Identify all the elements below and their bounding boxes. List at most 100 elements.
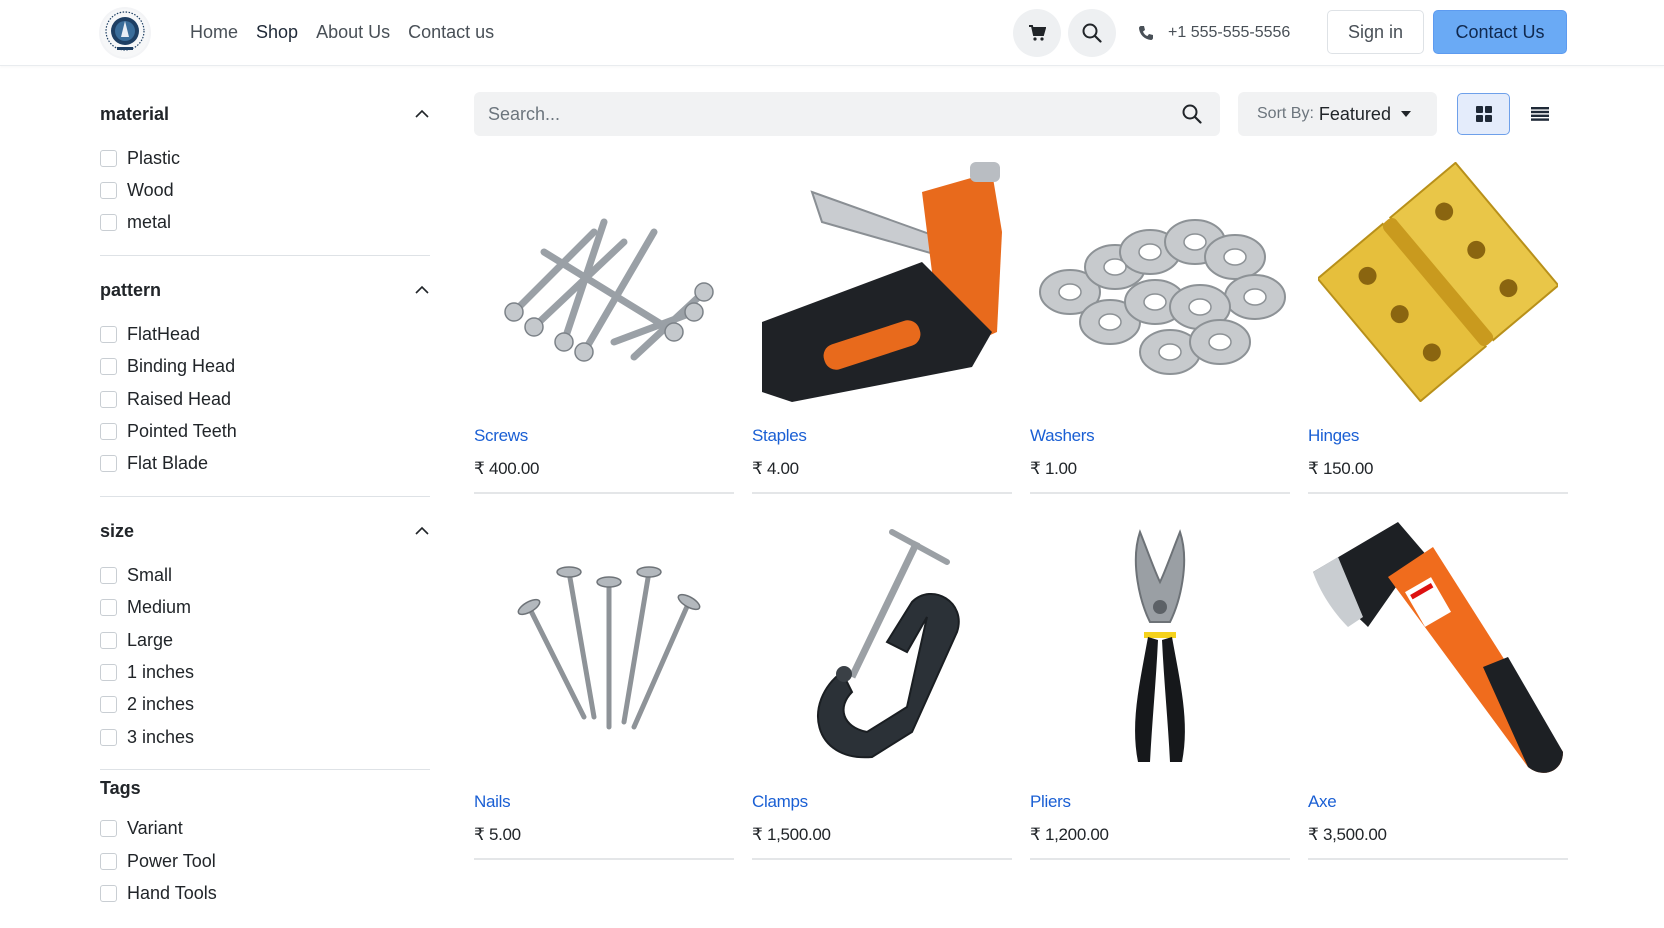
product-name[interactable]: Staples [752,426,807,446]
product-name[interactable]: Screws [474,426,528,446]
nav-home[interactable]: Home [190,20,238,44]
divider [752,858,1012,860]
filter-option[interactable]: Variant [100,812,430,844]
search-icon[interactable] [1182,104,1202,124]
filter-option[interactable]: metal [100,207,430,239]
filter-option[interactable]: FlatHead [100,318,430,350]
product-image[interactable] [474,517,734,777]
filter-option[interactable]: 1 inches [100,656,430,688]
cart-icon [1029,25,1046,41]
checkbox[interactable] [100,852,117,870]
product-name[interactable]: Washers [1030,426,1095,446]
filter-option-label: Hand Tools [127,882,217,903]
checkbox[interactable] [100,182,117,200]
cart-button[interactable] [1013,9,1061,57]
filter-option-label: Variant [127,818,183,839]
product-name[interactable]: Hinges [1308,426,1359,446]
hinge-icon [1318,162,1558,402]
product-card[interactable]: Nails ₹ 5.00 [474,517,734,860]
washers-icon [1039,219,1286,375]
nav-about-us[interactable]: About Us [316,20,390,44]
product-card[interactable]: Washers ₹ 1.00 [1030,152,1290,494]
checkbox[interactable] [100,325,117,343]
filter-option[interactable]: Wood [100,174,430,206]
divider [1030,858,1290,860]
product-card[interactable]: Pliers ₹ 1,200.00 [1030,517,1290,860]
filter-option-label: Pointed Teeth [127,421,237,442]
chevron-up-icon [415,526,429,535]
divider [1030,492,1290,494]
grid-view-button[interactable] [1457,93,1510,135]
list-view-button[interactable] [1513,93,1566,135]
product-card[interactable]: Axe ₹ 3,500.00 [1308,517,1568,860]
checkbox[interactable] [100,149,117,167]
checkbox[interactable] [100,214,117,232]
site-header: Home Shop About Us Contact us +1 555-555… [0,0,1664,66]
pliers-icon [1134,529,1186,762]
checkbox[interactable] [100,820,117,838]
product-card[interactable]: Clamps ₹ 1,500.00 [752,517,1012,860]
filter-group-header[interactable]: pattern [100,276,430,304]
product-image[interactable] [752,517,1012,777]
list-icon [1530,107,1549,121]
product-image[interactable] [752,152,1012,412]
header-search-button[interactable] [1068,9,1116,57]
sign-in-button[interactable]: Sign in [1327,10,1424,54]
checkbox[interactable] [100,884,117,902]
product-image[interactable] [1308,152,1568,412]
checkbox[interactable] [100,631,117,649]
axe-icon [1313,522,1563,773]
filter-option[interactable]: Power Tool [100,845,430,877]
filter-option[interactable]: Binding Head [100,351,430,383]
filter-option[interactable]: Pointed Teeth [100,415,430,447]
filter-option-label: Plastic [127,147,181,168]
site-logo[interactable] [99,7,151,59]
filter-group-header[interactable]: material [100,100,430,128]
filter-group-header[interactable]: size [100,517,430,545]
filter-option-label: 1 inches [127,661,195,682]
filter-option[interactable]: Large [100,624,430,656]
nav-contact-us[interactable]: Contact us [408,20,494,44]
filter-option-label: Binding Head [127,356,236,377]
filter-option[interactable]: Hand Tools [100,877,430,909]
checkbox[interactable] [100,455,117,473]
filter-option[interactable]: 3 inches [100,721,430,753]
product-name[interactable]: Axe [1308,792,1337,812]
filter-option[interactable]: Flat Blade [100,448,430,480]
product-image[interactable] [1308,517,1568,777]
sort-dropdown[interactable]: Sort By: Featured [1238,92,1437,136]
search-input[interactable] [474,92,1154,136]
filter-option[interactable]: Plastic [100,142,430,174]
nails-icon [517,566,701,730]
product-search [474,92,1220,136]
phone-icon [1139,26,1153,40]
filter-option[interactable]: 2 inches [100,689,430,721]
product-name[interactable]: Clamps [752,792,808,812]
filter-option[interactable]: Raised Head [100,383,430,415]
checkbox[interactable] [100,728,117,746]
filter-option[interactable]: Medium [100,592,430,624]
checkbox[interactable] [100,423,117,441]
phone-number: +1 555-555-5556 [1168,24,1291,41]
filter-option-label: Power Tool [127,850,216,871]
product-image[interactable] [474,152,734,412]
checkbox[interactable] [100,696,117,714]
product-image[interactable] [1030,152,1290,412]
product-name[interactable]: Pliers [1030,792,1071,812]
nav-shop[interactable]: Shop [256,20,298,44]
checkbox[interactable] [100,358,117,376]
contact-us-button[interactable]: Contact Us [1433,10,1567,54]
checkbox[interactable] [100,663,117,681]
product-name[interactable]: Nails [474,792,511,812]
product-card[interactable]: Hinges ₹ 150.00 [1308,152,1568,494]
filter-option[interactable]: Small [100,559,430,591]
checkbox[interactable] [100,566,117,584]
product-price: ₹ 1,200.00 [1030,825,1109,844]
phone-contact[interactable]: +1 555-555-5556 [1138,21,1290,45]
checkbox[interactable] [100,599,117,617]
checkbox[interactable] [100,390,117,408]
filter-option-label: Small [127,564,173,585]
product-card[interactable]: Screws ₹ 400.00 [474,152,734,494]
product-card[interactable]: Staples ₹ 4.00 [752,152,1012,494]
product-image[interactable] [1030,517,1290,777]
